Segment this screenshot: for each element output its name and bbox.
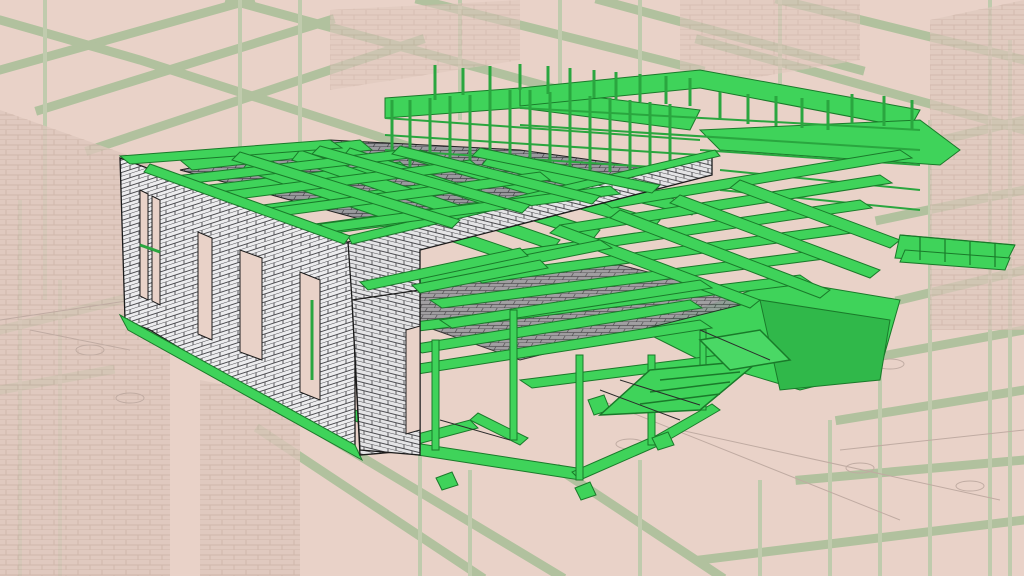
model-viewport[interactable] [0, 0, 1024, 576]
structural-model-render [0, 0, 1024, 576]
